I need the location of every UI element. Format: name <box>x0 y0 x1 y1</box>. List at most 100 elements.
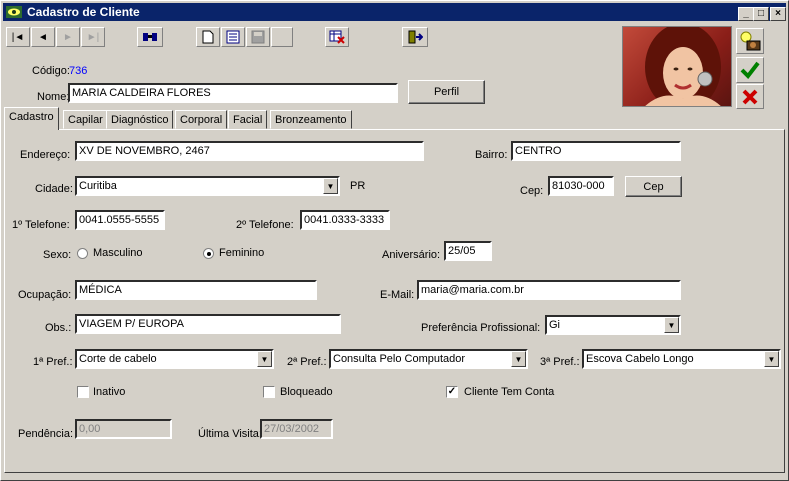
cidade-select[interactable]: Curitiba ▼ <box>75 176 340 196</box>
toolbar-blank-button[interactable] <box>271 27 293 47</box>
endereco-input[interactable]: XV DE NOVEMBRO, 2467 <box>75 141 424 161</box>
next-record-button[interactable]: ► <box>56 27 80 47</box>
nome-label: Nome: <box>37 91 70 103</box>
new-record-button[interactable] <box>196 27 220 47</box>
last-record-icon: ►| <box>86 31 100 43</box>
cep-button[interactable]: Cep <box>625 176 682 197</box>
pref1-select[interactable]: Corte de cabelo ▼ <box>75 349 274 369</box>
exit-door-icon <box>408 30 423 44</box>
previous-record-icon: ◄ <box>38 31 48 43</box>
checkmark-icon <box>740 61 760 79</box>
cep-label: Cep: <box>520 185 544 197</box>
codigo-value: 736 <box>69 65 88 77</box>
inativo-checkbox[interactable] <box>77 386 89 398</box>
cidade-label: Cidade: <box>35 183 73 195</box>
pref1-label: 1ª Pref.: <box>33 356 73 368</box>
sexo-label: Sexo: <box>43 249 72 261</box>
chevron-down-icon[interactable]: ▼ <box>664 317 679 333</box>
cliente-tem-conta-label: Cliente Tem Conta <box>464 386 555 398</box>
delete-grid-icon <box>329 30 345 44</box>
pref-prof-label: Preferência Profissional: <box>421 322 541 334</box>
ocupacao-input[interactable]: MÉDICA <box>75 280 317 300</box>
feminino-label: Feminino <box>219 247 265 259</box>
pref3-label: 3ª Pref.: <box>540 356 580 368</box>
previous-record-button[interactable]: ◄ <box>31 27 55 47</box>
close-button[interactable]: × <box>770 7 786 21</box>
tab-facial[interactable]: Facial <box>228 110 268 129</box>
next-record-icon: ► <box>63 31 73 43</box>
tab-diagnostico[interactable]: Diagnóstico <box>106 110 174 129</box>
new-document-icon <box>202 30 214 44</box>
floppy-disk-icon <box>251 30 265 44</box>
ultima-visita-input[interactable]: 27/03/2002 <box>260 419 333 439</box>
tab-capilar[interactable]: Capilar <box>63 110 108 129</box>
exit-button[interactable] <box>402 27 428 47</box>
tab-bronzeamento[interactable]: Bronzeamento <box>270 110 352 129</box>
chevron-down-icon[interactable]: ▼ <box>511 351 526 367</box>
app-eye-icon <box>6 6 22 18</box>
chevron-down-icon[interactable]: ▼ <box>257 351 272 367</box>
binoculars-icon <box>143 33 157 41</box>
bairro-input[interactable]: CENTRO <box>511 141 681 161</box>
tab-cadastro[interactable]: Cadastro <box>4 107 59 130</box>
tel2-input[interactable]: 0041.0333-3333 <box>300 210 390 230</box>
tab-corporal[interactable]: Corporal <box>175 110 228 129</box>
title-bar[interactable]: Cadastro de Cliente _ □ × <box>3 3 786 21</box>
window-title: Cadastro de Cliente <box>27 5 140 19</box>
masculino-label: Masculino <box>93 247 143 259</box>
inativo-label: Inativo <box>93 386 126 398</box>
pref2-select[interactable]: Consulta Pelo Computador ▼ <box>329 349 528 369</box>
minimize-button[interactable]: _ <box>738 7 754 21</box>
endereco-label: Endereço: <box>20 149 71 161</box>
maximize-button[interactable]: □ <box>753 7 769 21</box>
pref-prof-value: Gi <box>549 319 560 331</box>
tel1-label: 1º Telefone: <box>12 219 70 231</box>
obs-input[interactable]: VIAGEM P/ EUROPA <box>75 314 341 334</box>
chevron-down-icon[interactable]: ▼ <box>764 351 779 367</box>
cliente-tem-conta-checkbox[interactable]: ✓ <box>446 386 458 398</box>
aniversario-label: Aniversário: <box>382 249 441 261</box>
pref2-label: 2ª Pref.: <box>287 356 327 368</box>
save-button[interactable] <box>246 27 270 47</box>
client-photo <box>622 26 732 107</box>
camera-bulb-icon <box>740 31 761 51</box>
photo-portrait <box>645 27 721 106</box>
bloqueado-label: Bloqueado <box>280 386 333 398</box>
perfil-button[interactable]: Perfil <box>408 80 485 104</box>
pref1-value: Corte de cabelo <box>79 353 157 365</box>
bloqueado-checkbox[interactable] <box>263 386 275 398</box>
first-record-button[interactable]: |◄ <box>6 27 30 47</box>
cancel-button[interactable] <box>736 84 764 109</box>
pendencia-input[interactable]: 0,00 <box>75 419 172 439</box>
feminino-radio[interactable] <box>203 248 214 259</box>
confirm-button[interactable] <box>736 57 764 83</box>
delete-record-button[interactable] <box>325 27 349 47</box>
obs-label: Obs.: <box>45 322 72 334</box>
ultima-visita-label: Última Visita: <box>198 428 262 440</box>
cep-input[interactable]: 81030-000 <box>548 176 614 196</box>
cancel-x-icon <box>742 89 758 104</box>
pref-prof-select[interactable]: Gi ▼ <box>545 315 681 335</box>
nome-input[interactable]: MARIA CALDEIRA FLORES <box>68 83 398 103</box>
tel1-input[interactable]: 0041.0555-5555 <box>75 210 165 230</box>
email-label: E-Mail: <box>380 289 415 301</box>
tel2-label: 2º Telefone: <box>236 219 294 231</box>
pendencia-label: Pendência: <box>18 428 74 440</box>
search-button[interactable] <box>137 27 163 47</box>
pref3-value: Escova Cabelo Longo <box>586 353 694 365</box>
ocupacao-label: Ocupação: <box>18 289 72 301</box>
photo-button[interactable] <box>736 28 764 54</box>
masculino-radio[interactable] <box>77 248 88 259</box>
edit-record-button[interactable] <box>221 27 245 47</box>
aniversario-input[interactable]: 25/05 <box>444 241 492 261</box>
chevron-down-icon[interactable]: ▼ <box>323 178 338 194</box>
edit-list-icon <box>226 30 240 44</box>
bairro-label: Bairro: <box>475 149 508 161</box>
first-record-icon: |◄ <box>11 31 25 43</box>
uf-value: PR <box>350 180 366 192</box>
cidade-value: Curitiba <box>79 180 117 192</box>
codigo-label: Código: <box>32 65 70 77</box>
pref3-select[interactable]: Escova Cabelo Longo ▼ <box>582 349 781 369</box>
email-input[interactable]: maria@maria.com.br <box>417 280 681 300</box>
last-record-button[interactable]: ►| <box>81 27 105 47</box>
